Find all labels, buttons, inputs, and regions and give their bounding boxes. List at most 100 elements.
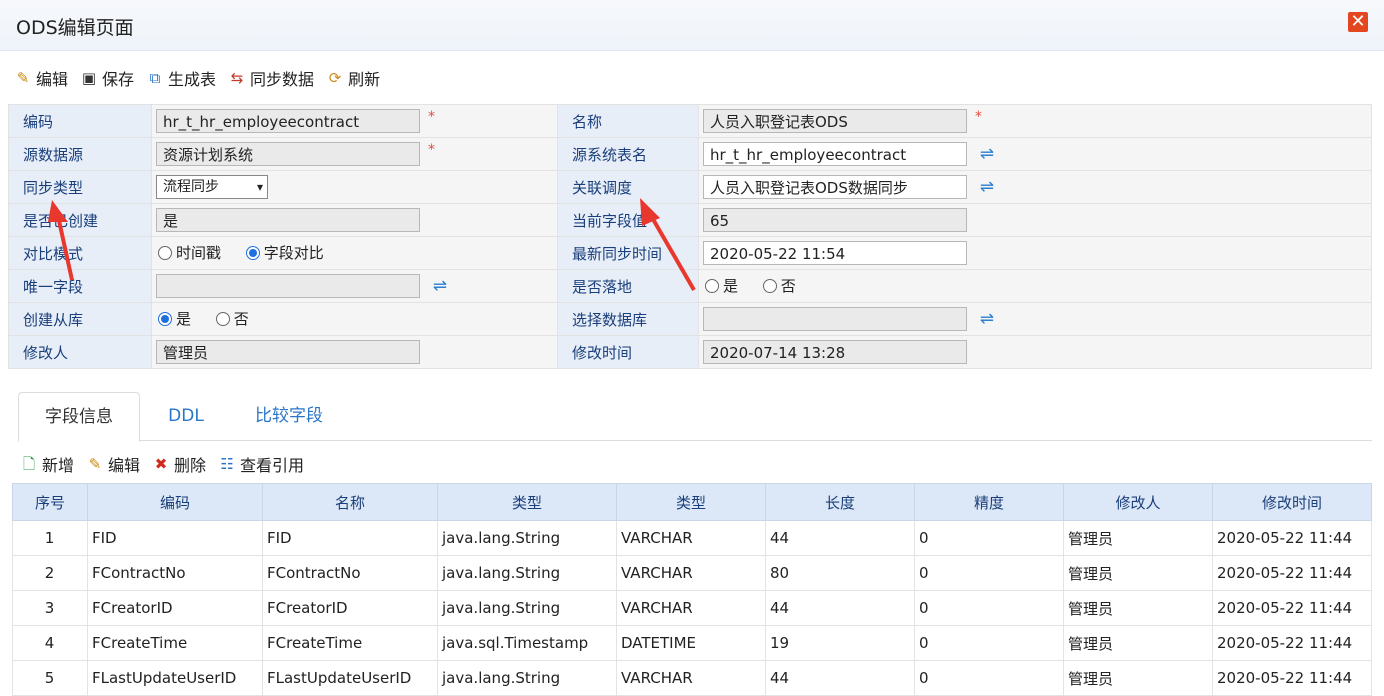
lookup-icon[interactable]: ⇌ [980, 177, 994, 197]
sync-icon: ⇆ [230, 69, 244, 87]
unique-field-input[interactable] [156, 274, 420, 298]
cell-db-type: VARCHAR [616, 590, 766, 626]
replica-yes-radio[interactable]: 是 [158, 308, 191, 329]
add-icon: 🗋 [22, 455, 36, 473]
cell-length: 44 [765, 520, 915, 556]
col-header[interactable]: 名称 [262, 483, 438, 521]
landing-no-radio[interactable]: 否 [762, 275, 796, 296]
lookup-icon[interactable]: ⇌ [980, 144, 994, 164]
col-header[interactable]: 修改时间 [1212, 483, 1372, 521]
replica-no-radio[interactable]: 否 [215, 308, 249, 329]
close-button[interactable]: ✕ [1348, 12, 1368, 32]
cell-precision: 0 [914, 660, 1064, 696]
replica-no-label: 否 [233, 310, 249, 329]
table-row[interactable]: 2 FContractNo FContractNo java.lang.Stri… [12, 555, 1372, 591]
cell-modify-time: 2020-05-22 11:44 [1212, 555, 1372, 591]
detail-tabs: 字段信息 DDL 比较字段 [18, 392, 1372, 442]
cell-length: 44 [765, 590, 915, 626]
current-field-label: 当前字段值 [557, 203, 699, 237]
name-label: 名称 [557, 104, 699, 138]
generate-table-button[interactable]: ⧉ 生成表 [146, 66, 216, 90]
table-row[interactable]: 5 FLastUpdateUserID FLastUpdateUserID ja… [12, 660, 1372, 696]
tab-field-info[interactable]: 字段信息 [18, 392, 140, 442]
latest-sync-input[interactable]: 2020-05-22 11:54 [703, 241, 967, 265]
sync-type-select[interactable]: 流程同步 ▾ [156, 175, 268, 199]
table-row[interactable]: 4 FCreateTime FCreateTime java.sql.Times… [12, 625, 1372, 661]
col-header[interactable]: 序号 [12, 483, 88, 521]
radio-off-icon [158, 245, 172, 260]
save-label: 保存 [102, 70, 135, 89]
name-input[interactable]: 人员入职登记表ODS [703, 109, 967, 133]
grid-toolbar: 🗋 新增 ✎ 编辑 ✖ 删除 ☷ 查看引用 [20, 452, 316, 476]
cell-modifier: 管理员 [1063, 660, 1213, 696]
chevron-down-icon: ▾ [256, 180, 263, 194]
unique-field-label: 唯一字段 [8, 269, 152, 303]
delete-button[interactable]: ✖ 删除 [152, 452, 206, 476]
edit-button[interactable]: ✎ 编辑 [14, 66, 68, 90]
refresh-button[interactable]: ⟳ 刷新 [326, 66, 380, 90]
cell-java-type: java.lang.String [437, 520, 617, 556]
col-header[interactable]: 类型 [616, 483, 766, 521]
landing-yes-radio[interactable]: 是 [705, 275, 738, 296]
col-header[interactable]: 精度 [914, 483, 1064, 521]
cell-modifier: 管理员 [1063, 520, 1213, 556]
cell-db-type: VARCHAR [616, 660, 766, 696]
cell-precision: 0 [914, 590, 1064, 626]
col-header[interactable]: 类型 [437, 483, 617, 521]
cell-modify-time: 2020-05-22 11:44 [1212, 590, 1372, 626]
cell-modifier: 管理员 [1063, 625, 1213, 661]
created-input[interactable]: 是 [156, 208, 420, 232]
cell-code: FCreateTime [87, 625, 263, 661]
table-row[interactable]: 1 FID FID java.lang.String VARCHAR 44 0 … [12, 520, 1372, 556]
required-mark: * [975, 109, 982, 125]
code-input[interactable]: hr_t_hr_employeecontract [156, 109, 420, 133]
compare-timestamp-radio[interactable]: 时间戳 [158, 242, 221, 263]
refresh-label: 刷新 [348, 70, 381, 89]
related-schedule-label: 关联调度 [557, 170, 699, 204]
source-table-input[interactable]: hr_t_hr_employeecontract [703, 142, 967, 166]
required-mark: * [428, 109, 435, 125]
lookup-icon[interactable]: ⇌ [980, 309, 994, 329]
cell-modifier: 管理员 [1063, 590, 1213, 626]
ods-edit-window: ODS编辑页面 ✕ ✎ 编辑 ▣ 保存 ⧉ 生成表 ⇆ 同步数据 ⟳ 刷新 编码… [0, 0, 1384, 696]
current-field-input[interactable]: 65 [703, 208, 967, 232]
tab-ddl[interactable]: DDL [146, 392, 226, 440]
created-label: 是否已创建 [8, 203, 152, 237]
cell-length: 44 [765, 660, 915, 696]
col-header[interactable]: 编码 [87, 483, 263, 521]
pencil-icon: ✎ [88, 455, 102, 473]
tab-compare-fields[interactable]: 比较字段 [234, 392, 344, 440]
ods-form: 编码 hr_t_hr_employeecontract * 名称 人员入职登记表O… [8, 104, 1372, 369]
related-schedule-input[interactable]: 人员入职登记表ODS数据同步 [703, 175, 967, 199]
cell-precision: 0 [914, 625, 1064, 661]
add-button[interactable]: 🗋 新增 [20, 452, 74, 476]
col-header[interactable]: 长度 [765, 483, 915, 521]
cell-db-type: VARCHAR [616, 555, 766, 591]
table-row[interactable]: 3 FCreatorID FCreatorID java.lang.String… [12, 590, 1372, 626]
lookup-icon[interactable]: ⇌ [433, 276, 447, 296]
landing-yes-label: 是 [723, 277, 739, 296]
cell-length: 19 [765, 625, 915, 661]
select-db-label: 选择数据库 [557, 302, 699, 336]
cell-db-type: VARCHAR [616, 520, 766, 556]
select-db-input[interactable] [703, 307, 967, 331]
grid-edit-button[interactable]: ✎ 编辑 [86, 452, 140, 476]
cell-code: FCreatorID [87, 590, 263, 626]
source-input[interactable]: 资源计划系统 [156, 142, 420, 166]
required-mark: * [428, 142, 435, 158]
col-header[interactable]: 修改人 [1063, 483, 1213, 521]
sync-type-label: 同步类型 [8, 170, 152, 204]
modifier-label: 修改人 [8, 335, 152, 369]
sync-type-value: 流程同步 [163, 179, 219, 195]
source-label: 源数据源 [8, 137, 152, 171]
sync-data-button[interactable]: ⇆ 同步数据 [228, 66, 314, 90]
save-button[interactable]: ▣ 保存 [80, 66, 134, 90]
modify-time-input[interactable]: 2020-07-14 13:28 [703, 340, 967, 364]
field-grid: 序号 编码 名称 类型 类型 长度 精度 修改人 修改时间 1 FID FID … [12, 483, 1372, 696]
cell-java-type: java.sql.Timestamp [437, 625, 617, 661]
modifier-input[interactable]: 管理员 [156, 340, 420, 364]
cell-java-type: java.lang.String [437, 660, 617, 696]
compare-field-radio[interactable]: 字段对比 [245, 242, 324, 263]
view-reference-button[interactable]: ☷ 查看引用 [218, 452, 304, 476]
latest-sync-label: 最新同步时间 [557, 236, 699, 270]
